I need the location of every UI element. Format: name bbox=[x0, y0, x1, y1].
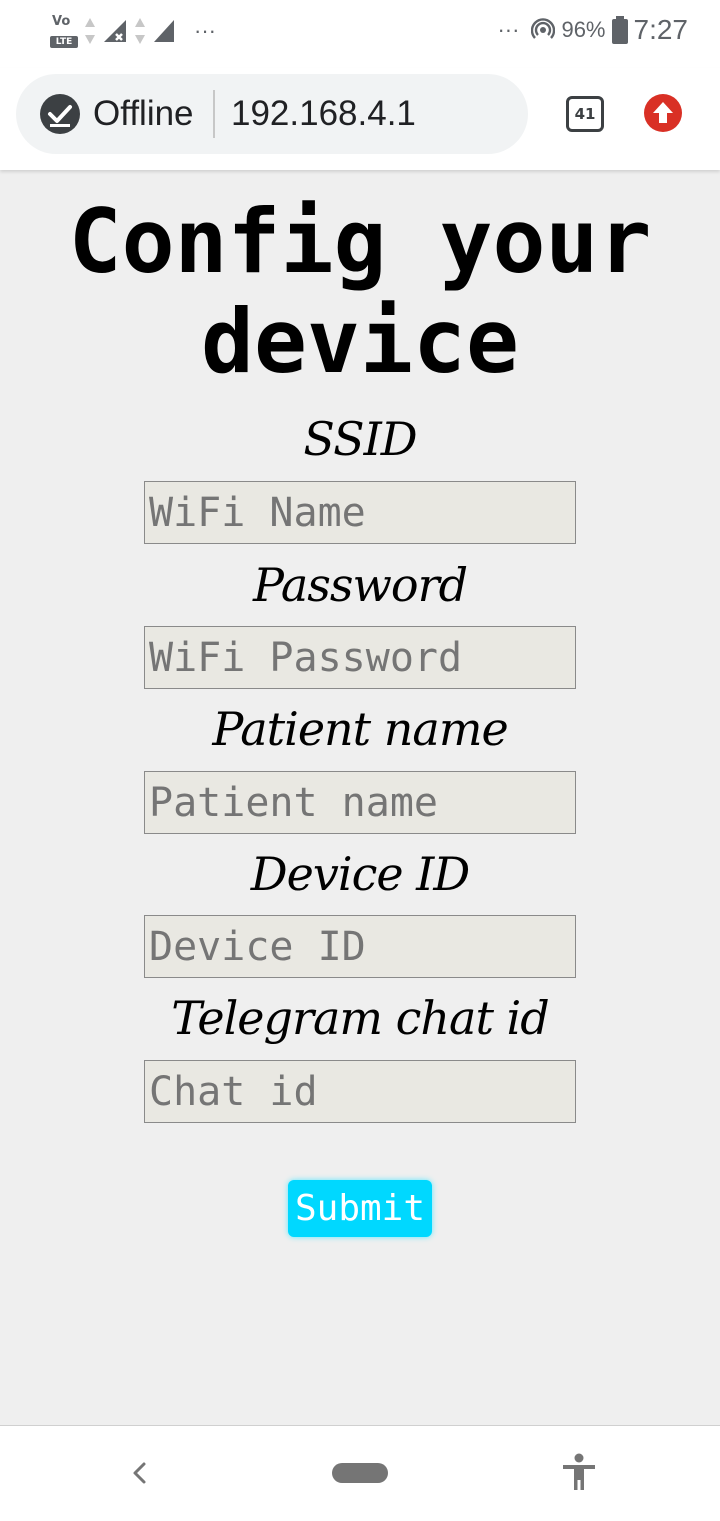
offline-label[interactable]: Offline bbox=[93, 94, 194, 134]
data-arrows-icon bbox=[85, 18, 95, 44]
accessibility-icon[interactable] bbox=[561, 1453, 597, 1491]
web-page: Config your device SSID Password Patient… bbox=[0, 170, 720, 1425]
browser-toolbar: Offline 192.168.4.1 41 bbox=[0, 68, 720, 170]
offline-check-icon[interactable] bbox=[40, 94, 80, 134]
ssid-label: SSID bbox=[303, 412, 417, 466]
password-label: Password bbox=[252, 558, 468, 612]
telegram-chat-id-label: Telegram chat id bbox=[171, 991, 549, 1045]
status-bar-left: Vo LTE ··· bbox=[50, 14, 216, 48]
volte-icon: Vo LTE bbox=[50, 14, 78, 48]
notification-dots: ··· bbox=[194, 18, 216, 43]
device-id-input[interactable] bbox=[144, 915, 576, 978]
notification-dots: ··· bbox=[497, 17, 520, 42]
patient-name-label: Patient name bbox=[212, 702, 508, 756]
hotspot-icon bbox=[531, 18, 556, 39]
signal-strength-icon bbox=[154, 20, 174, 42]
ssid-input[interactable] bbox=[144, 481, 576, 544]
volte-label: Vo bbox=[52, 14, 71, 29]
chat-id-input[interactable] bbox=[144, 1060, 576, 1123]
password-input[interactable] bbox=[144, 626, 576, 689]
device-id-label: Device ID bbox=[250, 847, 470, 901]
status-bar: Vo LTE ··· ··· 96% 7:27 bbox=[0, 0, 720, 68]
status-bar-right: ··· 96% 7:27 bbox=[497, 14, 688, 46]
submit-button[interactable]: Submit bbox=[288, 1180, 432, 1237]
battery-percent: 96% bbox=[561, 17, 606, 42]
address-bar[interactable]: Offline 192.168.4.1 bbox=[16, 74, 528, 154]
battery-icon bbox=[611, 16, 628, 44]
patient-name-input[interactable] bbox=[144, 771, 576, 834]
clock: 7:27 bbox=[633, 14, 689, 45]
lte-label: LTE bbox=[50, 36, 78, 48]
url-text[interactable]: 192.168.4.1 bbox=[231, 94, 416, 134]
address-bar-divider bbox=[213, 90, 215, 138]
tab-switcher-button[interactable]: 41 bbox=[566, 96, 604, 132]
home-pill-button[interactable] bbox=[332, 1463, 388, 1483]
back-chevron-icon[interactable] bbox=[128, 1456, 150, 1490]
navigation-bar bbox=[0, 1425, 720, 1521]
page-title: Config your device bbox=[68, 190, 652, 393]
signal-no-service-icon bbox=[104, 20, 126, 42]
data-arrows-icon bbox=[135, 18, 145, 44]
update-arrow-icon[interactable] bbox=[644, 94, 682, 132]
